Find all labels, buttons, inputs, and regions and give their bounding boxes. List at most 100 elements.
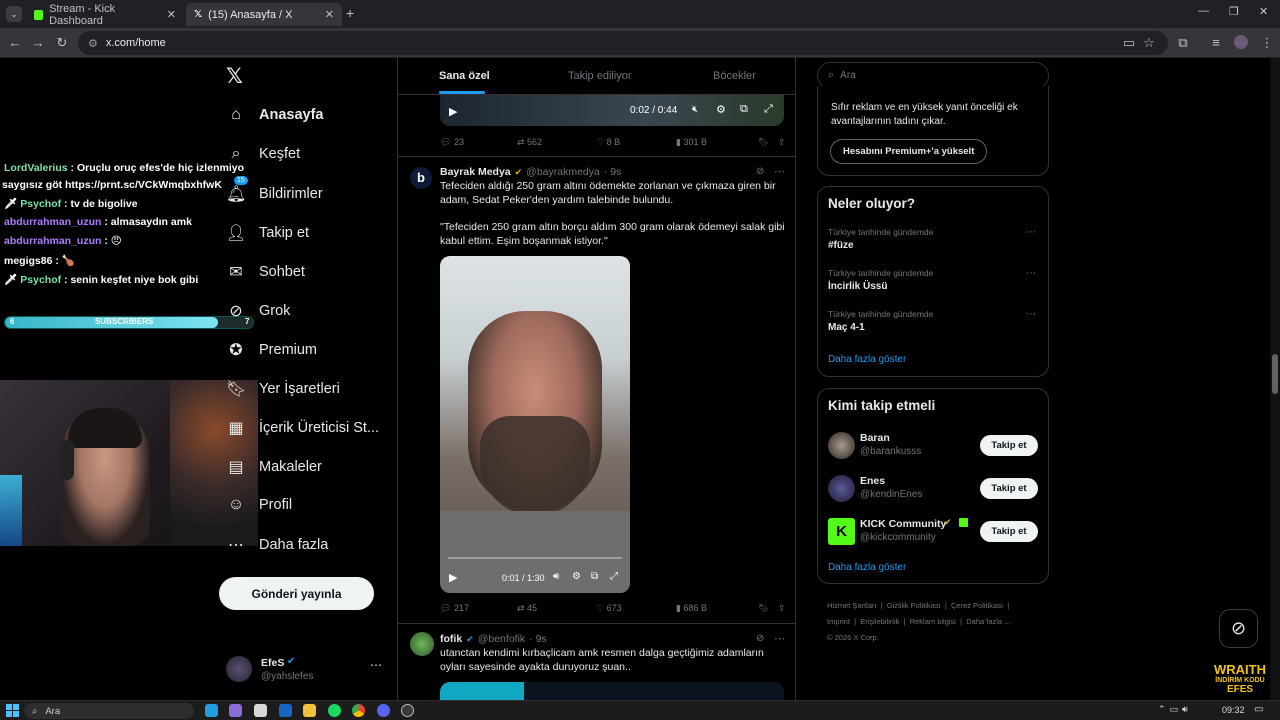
tweet[interactable]: b Bayrak Medya ✔ @bayrakmedya · 9s ⊘ ⋯ T… [398,157,795,623]
more-dots-icon[interactable]: ⋯ [1026,227,1036,238]
menu-kebab-icon[interactable]: ⋮ [1258,34,1276,52]
play-icon[interactable]: ▶ [449,105,457,118]
more-dots-icon[interactable]: ⋯ [774,165,785,178]
grok-icon[interactable]: ⊘ [756,633,764,644]
pip-icon[interactable]: ⧉ [740,103,748,116]
nav-follow[interactable]: 👤︎ Takip et [226,223,309,243]
follow-suggestion[interactable]: K KICK Community ✔ @kickcommunity Takip … [828,516,1040,546]
nav-notifications[interactable]: 🔔︎ 15 Bildirimler [226,176,323,204]
taskbar-search[interactable]: ⌕ Ara [24,703,194,719]
follow-button[interactable]: Takip et [980,435,1038,456]
bookmark-button[interactable]: 🔖︎ [758,603,778,614]
reply-button[interactable]: 💬︎ 23 [440,137,517,148]
tab-bocekler[interactable]: Böcekler [713,70,756,82]
settings-icon[interactable]: ⚙ [572,571,581,582]
app-icon[interactable] [254,704,267,717]
cast-icon[interactable]: ▭ [1120,34,1138,52]
nav-creator-studio[interactable]: ▦ İçerik Üreticisi St... [226,418,379,438]
back-button[interactable]: ← [6,34,24,52]
nav-explore[interactable]: ⌕ Keşfet [226,145,301,163]
settings-icon[interactable]: ⚙ [716,103,726,116]
discord-icon[interactable] [377,704,390,717]
post-button[interactable]: Gönderi yayınla [219,577,374,610]
like-button[interactable]: ♡ 8 B [596,137,676,148]
video-progress-track[interactable] [448,557,622,559]
nav-bookmarks[interactable]: 🔖︎ Yer İşaretleri [226,379,340,399]
follow-show-more-link[interactable]: Daha fazla göster [828,562,906,573]
nav-messages[interactable]: ✉ Sohbet [226,262,305,282]
search-input[interactable]: ⌕ Ara [817,62,1049,89]
nav-profile[interactable]: ☺ Profil [226,496,292,514]
scrollbar-thumb[interactable] [1272,354,1278,394]
trends-show-more-link[interactable]: Daha fazla göster [828,354,906,365]
page-scrollbar[interactable] [1270,58,1280,700]
play-icon[interactable]: ▶ [449,571,457,584]
restore-button[interactable]: ❐ [1229,5,1239,18]
chrome-icon[interactable] [352,704,365,717]
follow-button[interactable]: Takip et [980,478,1038,499]
profile-avatar-icon[interactable] [1234,35,1248,49]
repost-button[interactable]: ⇄ 562 [517,137,596,148]
grok-float-button[interactable]: ⊘ [1219,609,1258,648]
trend-item[interactable]: Türkiye tarihinde gündemde #füze ⋯ [828,227,1040,251]
nav-more[interactable]: ⋯ Daha fazla [226,535,328,555]
upgrade-premium-button[interactable]: Hesabını Premium+'a yükselt [830,139,988,164]
tab-x-home[interactable]: 𝕏 (15) Anasayfa / X ✕ [186,3,342,26]
follow-suggestion[interactable]: Enes @kendinEnes Takip et [828,473,1040,503]
nav-articles[interactable]: ▤ Makaleler [226,457,321,477]
grok-icon[interactable]: ⊘ [756,166,764,177]
views-button[interactable]: ▮ 301 B [676,137,758,148]
tweet[interactable]: fofik ✔ @benfofik · 9s ⊘ ⋯ utanctan kend… [398,624,795,700]
tweet-media[interactable] [440,682,784,700]
reply-button[interactable]: 💬︎ 217 [440,603,517,614]
spotify-icon[interactable] [328,704,341,717]
fullscreen-icon[interactable]: ⤢ [610,571,618,582]
like-button[interactable]: ♡ 673 [596,603,676,614]
close-icon[interactable]: ✕ [167,8,176,21]
reading-list-icon[interactable]: ≡ [1207,34,1225,52]
previous-tweet-video[interactable]: ▶ 0:02 / 0:44 🔇︎ ⚙ ⧉ ⤢ [440,95,784,126]
share-button[interactable]: ⇪ [778,137,786,148]
repost-button[interactable]: ⇄ 45 [517,603,596,614]
outlook-icon[interactable] [279,704,292,717]
views-button[interactable]: ▮ 686 B [676,603,758,614]
account-switcher[interactable]: EfeS ✔ @yahslefes ⋯ [226,656,384,686]
more-dots-icon[interactable]: ⋯ [1026,309,1036,320]
close-window-button[interactable]: ✕ [1259,5,1268,18]
volume-icon[interactable]: 🔊︎ [553,571,559,582]
tab-for-you[interactable]: Sana özel [439,70,490,82]
nav-home[interactable]: ⌂ Anasayfa [226,106,323,124]
tab-kick-dashboard[interactable]: Stream - Kick Dashboard ✕ [26,3,184,27]
url-input[interactable]: ⚙ x.com/home [78,31,1168,55]
more-dots-icon[interactable]: ⋯ [370,658,382,672]
close-icon[interactable]: ✕ [325,8,334,21]
tweet-video[interactable]: ▶ 0:01 / 1:30 🔊︎ ⚙ ⧉ ⤢ [440,256,630,593]
explorer-icon[interactable] [303,704,316,717]
tab-following[interactable]: Takip ediliyor [568,70,632,82]
share-button[interactable]: ⇪ [778,603,786,614]
nav-premium[interactable]: ✪ Premium [226,340,317,360]
minimize-button[interactable]: — [1198,5,1209,17]
more-dots-icon[interactable]: ⋯ [1026,268,1036,279]
forward-button[interactable]: → [29,34,47,52]
site-info-icon[interactable]: ⚙ [88,37,98,50]
obs-icon[interactable] [401,704,414,717]
trend-item[interactable]: Türkiye tarihinde gündemde Maç 4-1 ⋯ [828,309,1040,333]
start-button[interactable] [6,704,19,717]
bookmark-star-icon[interactable]: ☆ [1140,34,1158,52]
notification-icon[interactable]: ▭ [1254,704,1263,715]
nav-grok[interactable]: ⊘ Grok [226,301,290,321]
extensions-icon[interactable]: ⧉ [1174,34,1192,52]
more-dots-icon[interactable]: ⋯ [774,632,785,645]
new-tab-button[interactable]: + [346,5,354,21]
follow-button[interactable]: Takip et [980,521,1038,542]
tab-list-button[interactable]: ⌄ [6,6,22,22]
copilot-icon[interactable] [229,704,242,717]
bookmark-button[interactable]: 🔖︎ [758,137,778,148]
mute-icon[interactable]: 🔇︎ [692,104,698,115]
edge-icon[interactable] [205,704,218,717]
follow-suggestion[interactable]: Baran @barankusss Takip et [828,430,1040,460]
system-tray[interactable]: ⌃▭🔊︎ [1158,704,1192,715]
x-logo-icon[interactable]: 𝕏 [226,64,243,89]
fullscreen-icon[interactable]: ⤢ [764,103,773,116]
